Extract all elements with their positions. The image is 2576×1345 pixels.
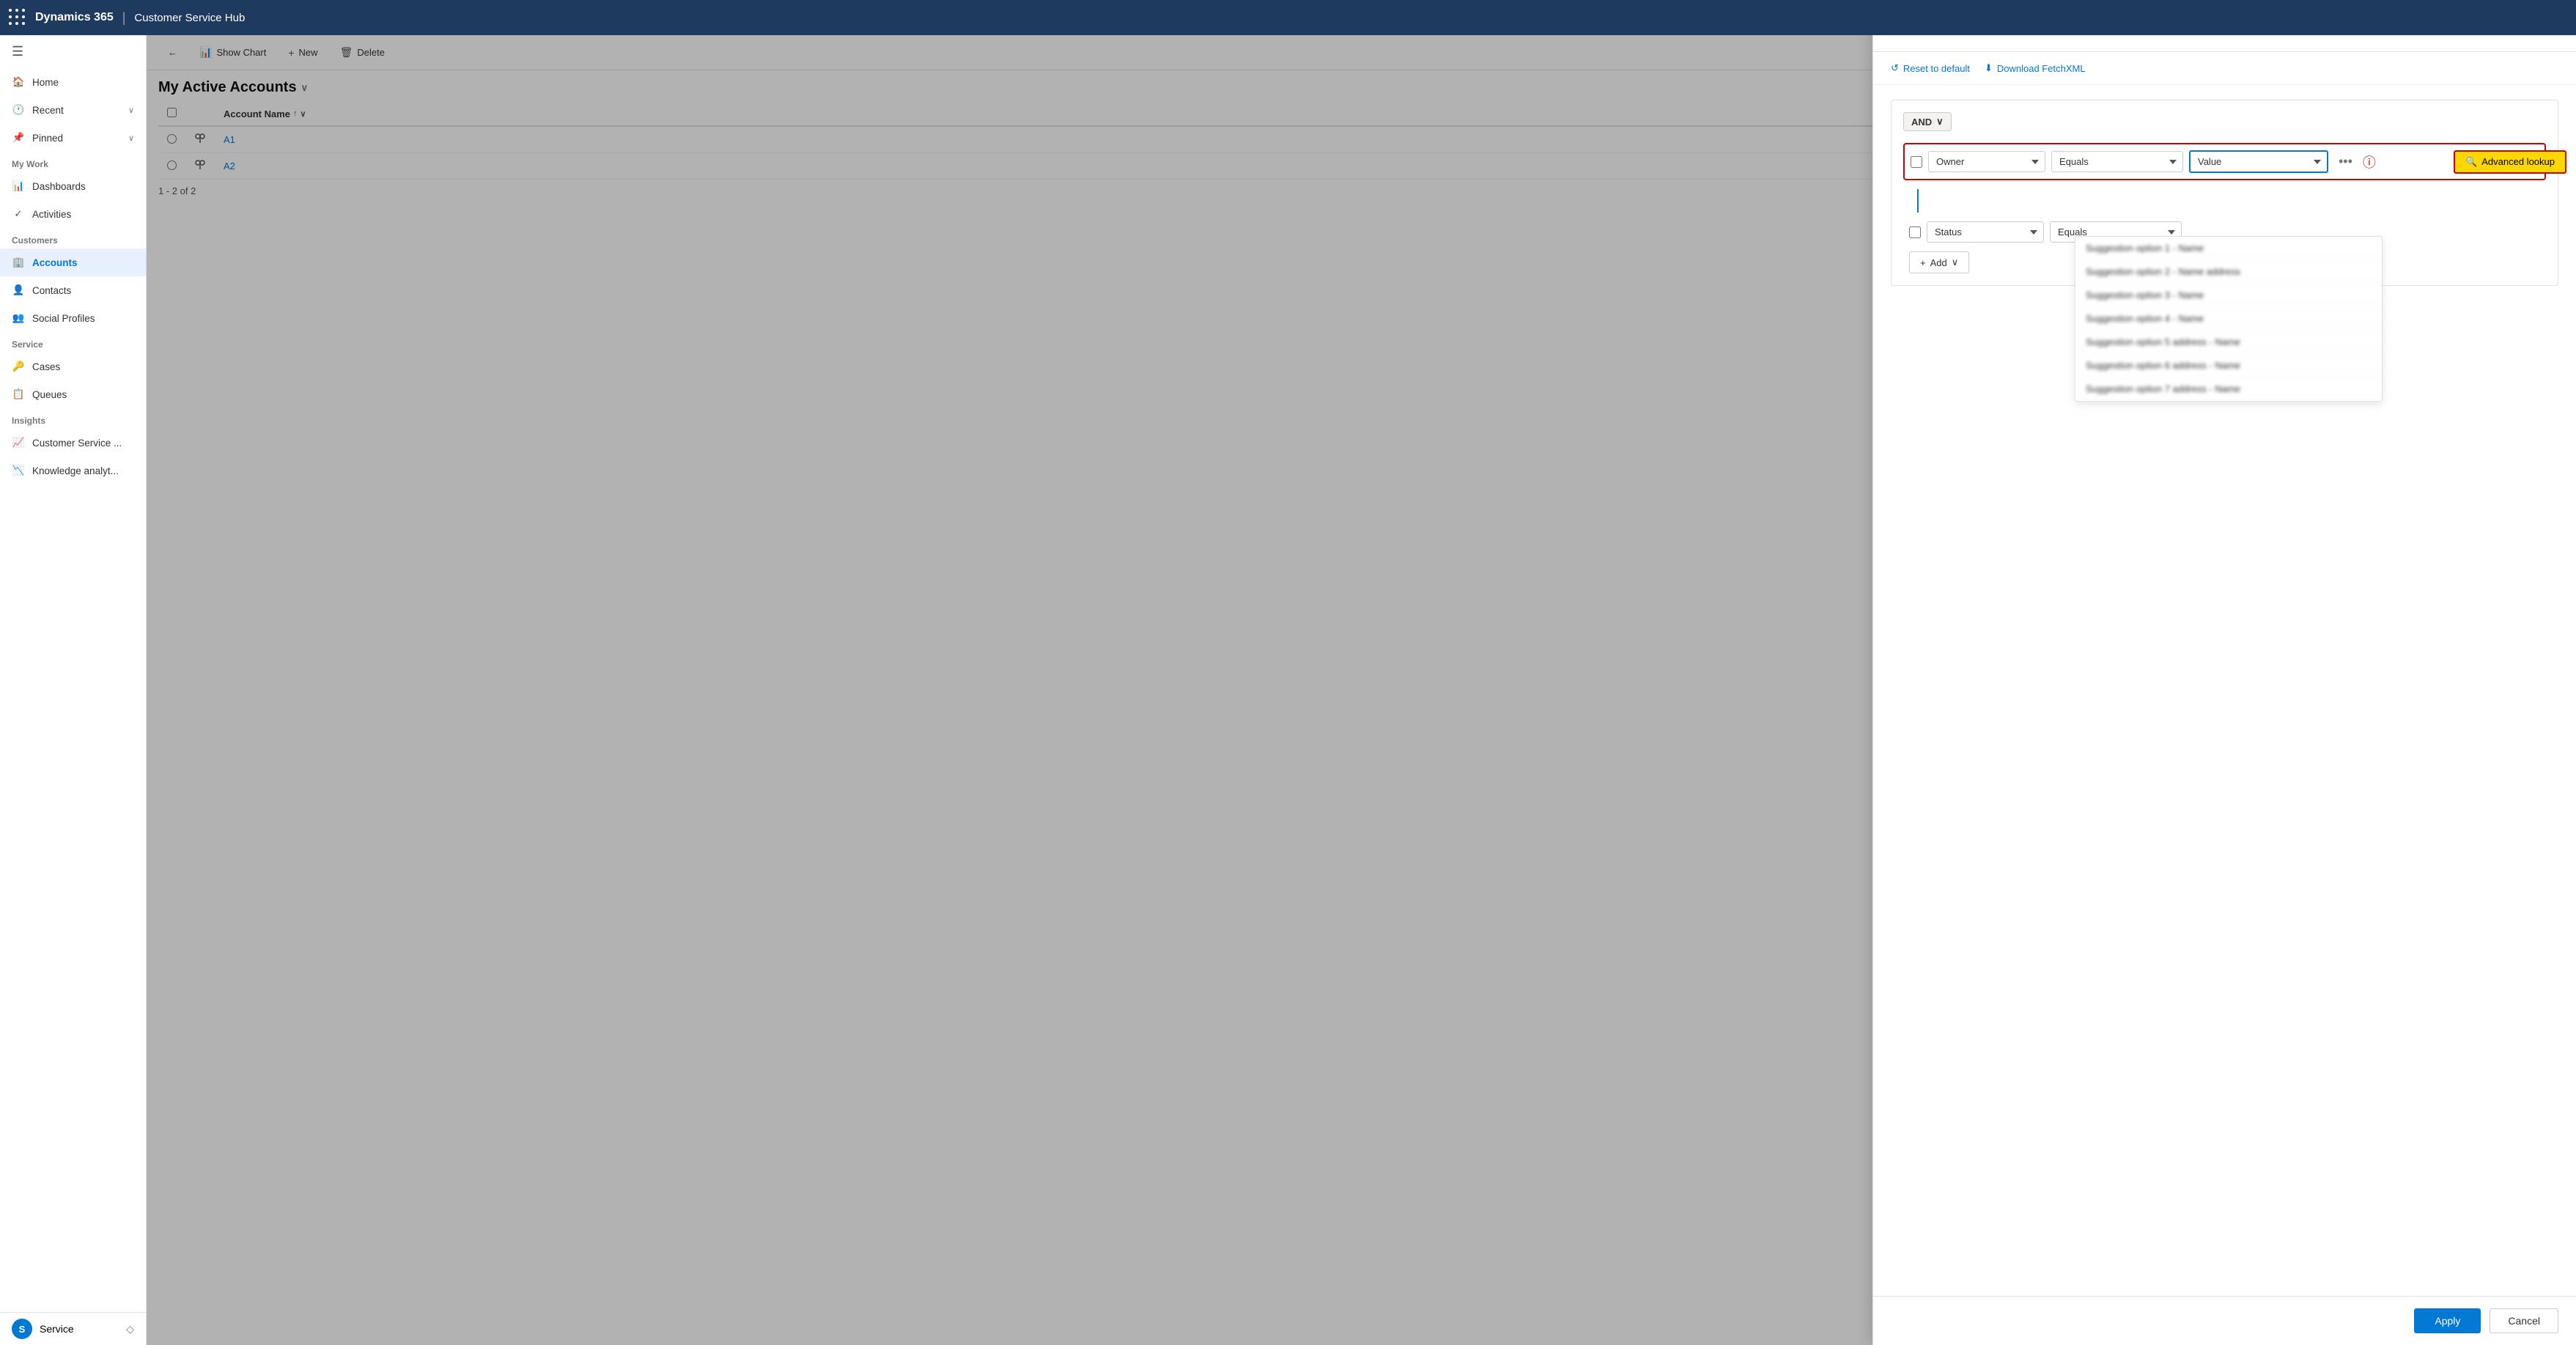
sidebar-item-queues[interactable]: 📋 Queues [0, 380, 146, 408]
recent-icon: 🕐 [12, 103, 25, 117]
sidebar-item-activities[interactable]: ✓ Activities [0, 200, 146, 228]
filter-panel: Edit filters: Accounts ✕ ↺ Reset to defa… [1872, 0, 2576, 1345]
hamburger-button[interactable]: ☰ [0, 35, 146, 68]
add-label: Add [1930, 257, 1947, 268]
filter-toolbar: ↺ Reset to default ⬇ Download FetchXML [1873, 52, 2576, 85]
suggestion-dropdown: Suggestion option 1 - Name Suggestion op… [2075, 236, 2383, 402]
suggestion-item[interactable]: Suggestion option 7 address - Name [2075, 377, 2382, 401]
suggestion-item[interactable]: Suggestion option 1 - Name [2075, 237, 2382, 260]
customers-section: Customers [0, 228, 146, 248]
download-icon: ⬇ [1985, 62, 1993, 74]
cases-icon: 🔑 [12, 360, 25, 373]
sidebar-item-label: Cases [32, 361, 60, 372]
reset-label: Reset to default [1903, 63, 1970, 74]
suggestion-item[interactable]: Suggestion option 6 address - Name [2075, 354, 2382, 377]
download-fetchxml-button[interactable]: ⬇ Download FetchXML [1985, 59, 2086, 77]
row2-field-select[interactable]: Status Owner Account Name [1927, 221, 2044, 243]
add-chevron: ∨ [1952, 257, 1959, 268]
row1-checkbox[interactable] [1911, 156, 1922, 168]
sidebar-item-recent[interactable]: 🕐 Recent ∨ [0, 96, 146, 124]
row1-field-select[interactable]: Owner Status Account Name [1928, 151, 2045, 172]
sidebar-item-cases[interactable]: 🔑 Cases [0, 353, 146, 380]
social-profiles-icon: 👥 [12, 312, 25, 325]
app-title: Dynamics 365 [35, 11, 114, 24]
sidebar-item-label: Recent [32, 105, 64, 116]
reset-button[interactable]: ↺ Reset to default [1891, 59, 1970, 77]
dashboards-icon: 📊 [12, 180, 25, 193]
sidebar-bottom-label: Service [40, 1323, 74, 1335]
sidebar-item-label: Customer Service ... [32, 438, 122, 449]
suggestion-item[interactable]: Suggestion option 5 address - Name [2075, 331, 2382, 354]
cancel-button[interactable]: Cancel [2490, 1308, 2558, 1333]
my-work-section: My Work [0, 152, 146, 172]
advanced-lookup-label: Advanced lookup [2481, 156, 2555, 167]
sidebar-item-label: Contacts [32, 285, 71, 296]
sidebar-item-label: Pinned [32, 133, 63, 144]
row1-operator-select[interactable]: Equals Not Equals [2051, 151, 2183, 172]
row2-checkbox[interactable] [1909, 226, 1921, 238]
suggestion-item[interactable]: Suggestion option 4 - Name [2075, 307, 2382, 331]
sidebar-item-label: Activities [32, 209, 71, 220]
activities-icon: ✓ [12, 207, 25, 221]
accounts-icon: 🏢 [12, 256, 25, 269]
add-filter-button[interactable]: + Add ∨ [1909, 251, 1969, 273]
sidebar-item-contacts[interactable]: 👤 Contacts [0, 276, 146, 304]
advanced-lookup-button[interactable]: 🔍 Advanced lookup [2454, 150, 2566, 174]
suggestion-item[interactable]: Suggestion option 2 - Name address [2075, 260, 2382, 284]
service-section: Service [0, 332, 146, 353]
lookup-icon: 🔍 [2465, 156, 2477, 168]
title-separator: | [122, 10, 126, 26]
filter-row-1: Owner Status Account Name Equals Not Equ… [1903, 143, 2546, 180]
sidebar-item-social-profiles[interactable]: 👥 Social Profiles [0, 304, 146, 332]
and-badge[interactable]: AND ∨ [1903, 112, 1952, 131]
sidebar-item-customer-service[interactable]: 📈 Customer Service ... [0, 429, 146, 457]
sidebar-item-label: Queues [32, 389, 67, 400]
row1-more-button[interactable]: ••• [2334, 152, 2357, 171]
and-label: AND [1911, 117, 1932, 128]
user-avatar: S [12, 1319, 32, 1339]
sidebar-item-dashboards[interactable]: 📊 Dashboards [0, 172, 146, 200]
top-bar: Dynamics 365 | Customer Service Hub [0, 0, 2576, 35]
queues-icon: 📋 [12, 388, 25, 401]
and-chevron: ∨ [1936, 116, 1944, 128]
recent-arrow: ∨ [128, 106, 134, 115]
suggestion-item[interactable]: Suggestion option 3 - Name [2075, 284, 2382, 307]
sidebar-item-home[interactable]: 🏠 Home [0, 68, 146, 96]
download-label: Download FetchXML [1997, 63, 2086, 74]
and-group: AND ∨ Owner Status Account Name Equals N… [1891, 100, 2558, 286]
home-icon: 🏠 [12, 75, 25, 89]
apply-button[interactable]: Apply [2414, 1308, 2481, 1333]
filter-footer: Apply Cancel [1873, 1296, 2576, 1345]
sidebar-item-label: Accounts [32, 257, 78, 268]
filter-body: AND ∨ Owner Status Account Name Equals N… [1873, 85, 2576, 1296]
sidebar-item-label: Social Profiles [32, 313, 95, 324]
sidebar-bottom[interactable]: S Service ◇ [0, 1312, 146, 1345]
reset-icon: ↺ [1891, 62, 1899, 74]
sidebar-item-label: Knowledge analyt... [32, 465, 119, 476]
sidebar-bottom-chevron: ◇ [126, 1323, 134, 1335]
sidebar-item-knowledge[interactable]: 📉 Knowledge analyt... [0, 457, 146, 484]
sidebar-item-pinned[interactable]: 📌 Pinned ∨ [0, 124, 146, 152]
sidebar-item-label: Dashboards [32, 181, 86, 192]
pinned-arrow: ∨ [128, 133, 134, 143]
pin-icon: 📌 [12, 131, 25, 144]
sidebar-item-accounts[interactable]: 🏢 Accounts [0, 248, 146, 276]
contacts-icon: 👤 [12, 284, 25, 297]
customer-service-icon: 📈 [12, 436, 25, 449]
app-name: Customer Service Hub [134, 12, 245, 24]
row-connector [1903, 189, 2546, 213]
add-icon: + [1920, 257, 1926, 268]
sidebar-item-label: Home [32, 77, 59, 88]
row1-value-select[interactable]: Value [2189, 150, 2328, 173]
apps-grid[interactable] [9, 9, 26, 26]
sidebar: ☰ 🏠 Home 🕐 Recent ∨ 📌 Pinned ∨ My Work 📊… [0, 35, 147, 1345]
insights-section: Insights [0, 408, 146, 429]
knowledge-icon: 📉 [12, 464, 25, 477]
row1-error-icon: ⓘ [2363, 152, 2376, 172]
